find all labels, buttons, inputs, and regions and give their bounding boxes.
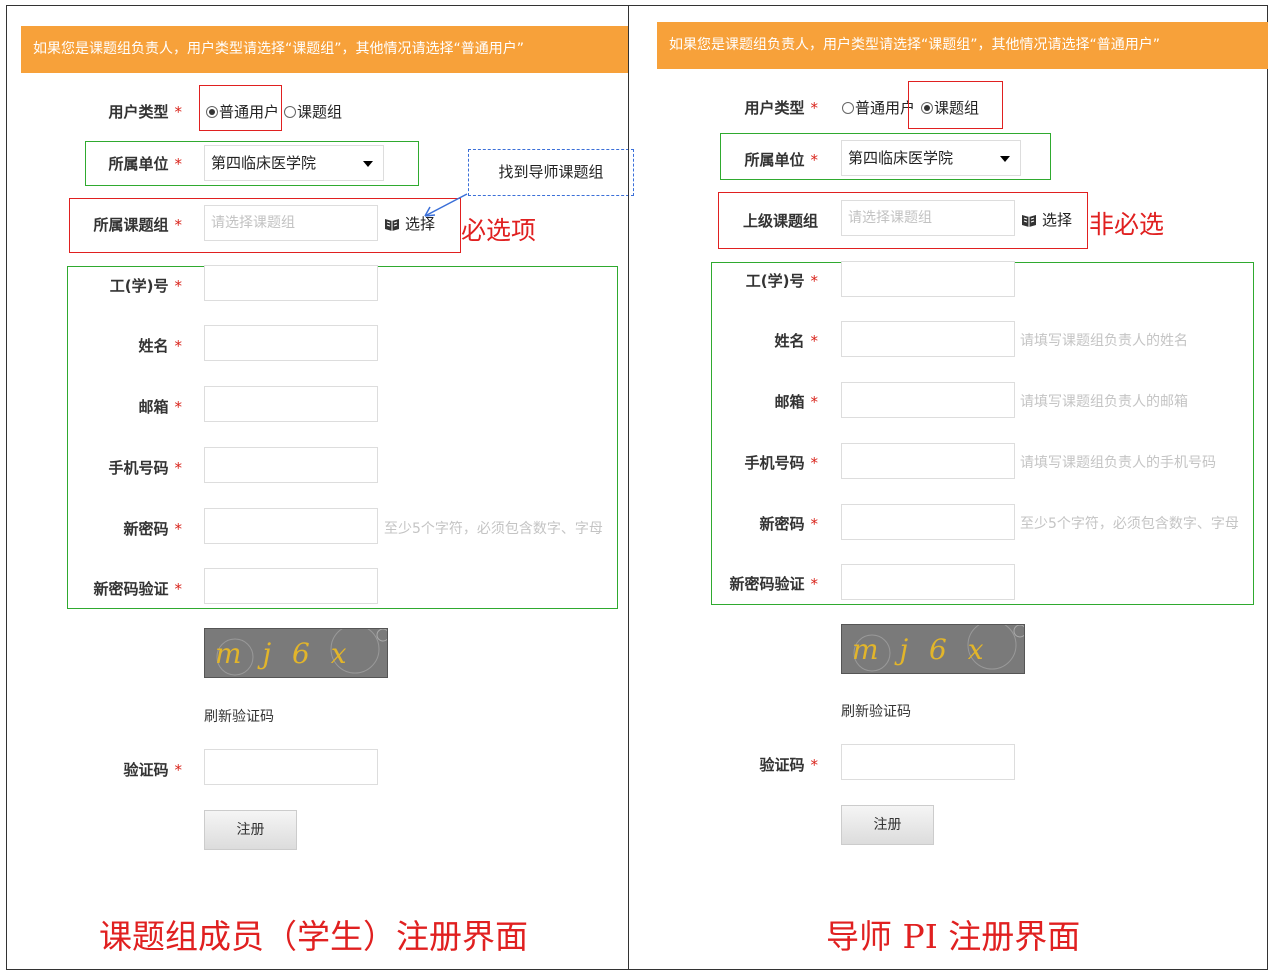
caption-student: 课题组成员（学生）注册界面 bbox=[99, 917, 528, 956]
info-banner: 如果您是课题组负责人，用户类型请选择“课题组”，其他情况请选择“普通用户” bbox=[21, 26, 629, 73]
refresh-captcha-link[interactable]: 刷新验证码 bbox=[204, 706, 274, 726]
callout-arrow-icon bbox=[424, 193, 468, 217]
password-hint: 至少5个字符，必须包含数字、字母 bbox=[1020, 516, 1239, 532]
job-id-input[interactable] bbox=[841, 261, 1015, 297]
unit-label: 所属单位 * bbox=[744, 151, 818, 169]
refresh-captcha-link[interactable]: 刷新验证码 bbox=[841, 701, 911, 721]
radio-dot-empty-icon bbox=[284, 106, 296, 118]
unit-select[interactable]: 第四临床医学院 bbox=[841, 140, 1021, 176]
phone-label: 手机号码 * bbox=[744, 454, 818, 472]
student-registration-panel: 如果您是课题组负责人，用户类型请选择“课题组”，其他情况请选择“普通用户” 用户… bbox=[6, 5, 634, 970]
email-input[interactable] bbox=[841, 382, 1015, 418]
dropdown-caret-icon bbox=[363, 161, 373, 167]
email-hint: 请填写课题组负责人的邮箱 bbox=[1020, 394, 1188, 410]
new-password-label: 新密码 * bbox=[759, 515, 818, 533]
captcha-image[interactable]: m j 6 x bbox=[841, 624, 1025, 674]
phone-input[interactable] bbox=[204, 447, 378, 483]
confirm-password-label: 新密码验证 * bbox=[93, 580, 182, 598]
name-hint: 请填写课题组负责人的姓名 bbox=[1020, 333, 1188, 349]
info-banner: 如果您是课题组负责人，用户类型请选择“课题组”，其他情况请选择“普通用户” bbox=[657, 22, 1268, 69]
confirm-password-label: 新密码验证 * bbox=[729, 575, 818, 593]
radio-research-group[interactable]: 课题组 bbox=[284, 101, 342, 122]
group-input[interactable] bbox=[204, 205, 378, 241]
password-hint: 至少5个字符，必须包含数字、字母 bbox=[384, 521, 603, 537]
captcha-label: 验证码 * bbox=[759, 756, 818, 774]
radio-dot-empty-icon bbox=[842, 102, 854, 114]
name-label: 姓名 * bbox=[138, 337, 182, 355]
captcha-input[interactable] bbox=[204, 749, 378, 785]
book-icon bbox=[1022, 215, 1036, 227]
parent-group-input[interactable] bbox=[841, 200, 1015, 236]
new-password-input[interactable] bbox=[204, 508, 378, 544]
job-id-input[interactable] bbox=[204, 265, 378, 301]
annotation-optional-text: 非必选 bbox=[1089, 210, 1165, 239]
annotation-red-box-research-group bbox=[908, 81, 1003, 129]
group-label: 所属课题组 * bbox=[93, 216, 182, 234]
job-id-label: 工(学)号 * bbox=[109, 277, 182, 295]
annotation-green-box-personal-info bbox=[711, 262, 1254, 605]
phone-label: 手机号码 * bbox=[108, 459, 182, 477]
book-icon bbox=[385, 219, 399, 231]
new-password-input[interactable] bbox=[841, 504, 1015, 540]
user-type-label: 用户类型 * bbox=[108, 103, 182, 121]
parent-group-label: 上级课题组 bbox=[742, 212, 818, 230]
job-id-label: 工(学)号 * bbox=[745, 272, 818, 290]
captcha-image[interactable]: m j 6 x bbox=[204, 628, 388, 678]
captcha-label: 验证码 * bbox=[123, 761, 182, 779]
phone-hint: 请填写课题组负责人的手机号码 bbox=[1020, 455, 1216, 471]
caption-pi: 导师 PI 注册界面 bbox=[826, 917, 1081, 956]
email-label: 邮箱 * bbox=[138, 398, 182, 416]
dropdown-caret-icon bbox=[1000, 156, 1010, 162]
new-password-label: 新密码 * bbox=[123, 520, 182, 538]
email-input[interactable] bbox=[204, 386, 378, 422]
captcha-input[interactable] bbox=[841, 744, 1015, 780]
phone-input[interactable] bbox=[841, 443, 1015, 479]
radio-normal-user[interactable]: 普通用户 bbox=[842, 97, 915, 118]
register-button[interactable]: 注册 bbox=[841, 805, 934, 845]
pi-registration-panel: 如果您是课题组负责人，用户类型请选择“课题组”，其他情况请选择“普通用户” 用户… bbox=[628, 5, 1268, 970]
annotation-red-box-normal-user bbox=[199, 85, 282, 131]
confirm-password-input[interactable] bbox=[204, 568, 378, 604]
unit-select[interactable]: 第四临床医学院 bbox=[204, 145, 384, 181]
register-button[interactable]: 注册 bbox=[204, 810, 297, 850]
name-input[interactable] bbox=[204, 325, 378, 361]
name-input[interactable] bbox=[841, 321, 1015, 357]
annotation-callout-find-group: 找到导师课题组 bbox=[468, 149, 634, 196]
user-type-label: 用户类型 * bbox=[744, 99, 818, 117]
unit-label: 所属单位 * bbox=[108, 155, 182, 173]
annotation-green-box-personal-info bbox=[67, 266, 618, 609]
choose-group-button[interactable]: 选择 bbox=[1021, 209, 1072, 230]
confirm-password-input[interactable] bbox=[841, 564, 1015, 600]
name-label: 姓名 * bbox=[774, 332, 818, 350]
email-label: 邮箱 * bbox=[774, 393, 818, 411]
